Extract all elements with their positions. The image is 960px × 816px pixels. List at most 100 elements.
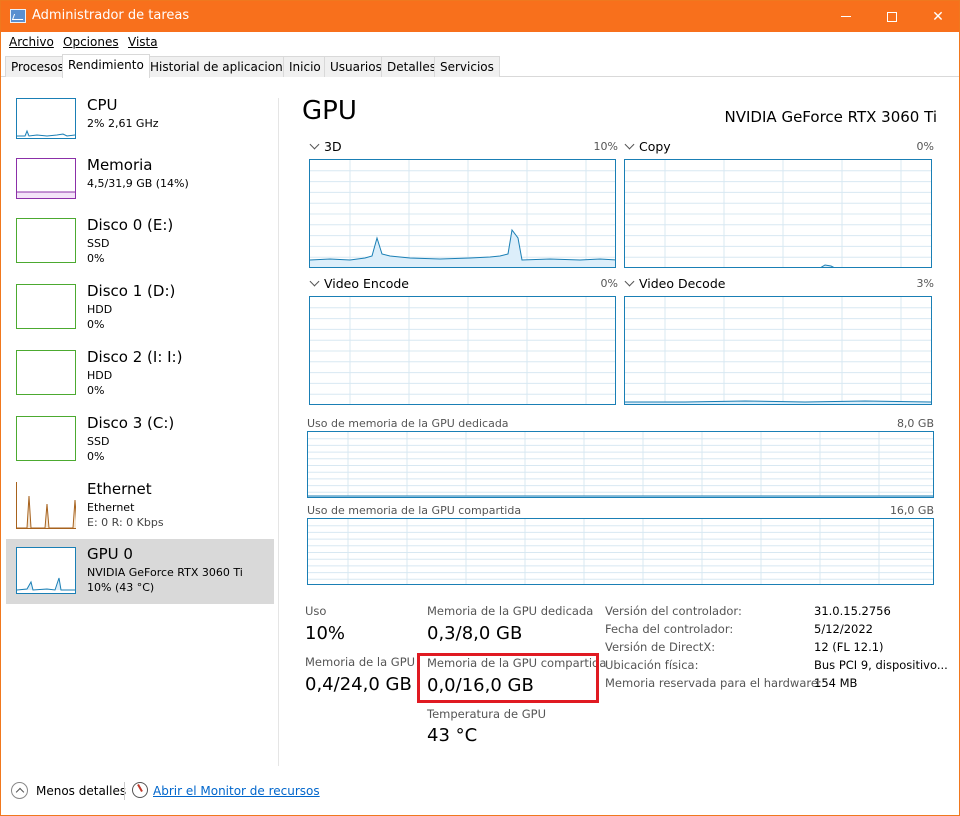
hardware-reserved-memory-label: Memoria reservada para el hardware: xyxy=(605,676,822,690)
hardware-reserved-memory-value: 154 MB xyxy=(814,676,858,690)
shared-memory-graph-label: Uso de memoria de la GPU compartida xyxy=(307,504,522,517)
disk-thumbnail-graph xyxy=(16,416,76,461)
graph-copy-percent: 0% xyxy=(916,140,934,153)
footer-divider xyxy=(124,782,125,800)
gpu-thumbnail-graph xyxy=(16,547,76,594)
sidebar-item-title: Disco 3 (C:) xyxy=(87,414,175,432)
sidebar-item-subtitle: NVIDIA GeForce RTX 3060 Ti xyxy=(87,566,243,579)
sidebar-item-ethernet[interactable]: Ethernet Ethernet E: 0 R: 0 Kbps xyxy=(6,478,274,542)
driver-version-value: 31.0.15.2756 xyxy=(814,604,891,618)
sidebar-item-usage: 0% xyxy=(87,384,105,397)
sidebar-item-title: Disco 2 (I: I:) xyxy=(87,348,183,366)
sidebar-item-title: Ethernet xyxy=(87,480,152,498)
sidebar-item-disco-3[interactable]: Disco 3 (C:) SSD 0% xyxy=(6,412,274,476)
sidebar-item-title: Disco 1 (D:) xyxy=(87,282,176,300)
sidebar-item-cpu[interactable]: CPU 2% 2,61 GHz xyxy=(6,94,274,158)
graph-video-encode-selector[interactable]: Video Encode xyxy=(309,276,409,291)
directx-version-value: 12 (FL 12.1) xyxy=(814,640,884,654)
sidebar-item-title: Memoria xyxy=(87,156,153,174)
sidebar-divider xyxy=(278,98,279,766)
sidebar-item-throughput: E: 0 R: 0 Kbps xyxy=(87,516,164,529)
chevron-up-icon[interactable] xyxy=(11,782,28,799)
gpu-memory-label: Memoria de la GPU xyxy=(305,655,416,669)
graph-video-encode-percent: 0% xyxy=(600,277,618,290)
chevron-down-icon xyxy=(309,139,320,150)
directx-version-label: Versión de DirectX: xyxy=(605,640,716,654)
graph-video-encode xyxy=(309,296,616,405)
menu-bar: Archivo Opciones Vista xyxy=(1,32,959,52)
graph-3d xyxy=(309,159,616,268)
sidebar-item-disco-2[interactable]: Disco 2 (I: I:) HDD 0% xyxy=(6,346,274,410)
menu-archivo[interactable]: Archivo xyxy=(9,35,54,49)
cpu-thumbnail-graph xyxy=(16,98,76,139)
resource-monitor-link[interactable]: Abrir el Monitor de recursos xyxy=(153,784,320,798)
sidebar-item-title: GPU 0 xyxy=(87,545,133,563)
close-icon: ✕ xyxy=(932,8,944,25)
sidebar-item-title: CPU xyxy=(87,96,118,114)
close-button[interactable]: ✕ xyxy=(915,1,959,32)
sidebar-item-type: HDD xyxy=(87,369,113,382)
tab-usuarios[interactable]: Usuarios xyxy=(324,56,388,77)
chevron-down-icon xyxy=(624,139,635,150)
maximize-button[interactable] xyxy=(869,1,915,32)
tab-rendimiento[interactable]: Rendimiento xyxy=(62,54,150,78)
resource-monitor-icon[interactable] xyxy=(132,782,148,798)
sidebar-item-disco-1[interactable]: Disco 1 (D:) HDD 0% xyxy=(6,280,274,344)
highlight-annotation xyxy=(417,653,599,703)
footer-bar: Menos detalles Abrir el Monitor de recur… xyxy=(1,769,959,815)
minimize-button[interactable] xyxy=(823,1,869,32)
gpu-model-name: NVIDIA GeForce RTX 3060 Ti xyxy=(724,108,937,126)
disk-thumbnail-graph xyxy=(16,218,76,263)
tab-detalles[interactable]: Detalles xyxy=(381,56,442,77)
chevron-down-icon xyxy=(309,276,320,287)
tab-historial[interactable]: Historial de aplicaciones xyxy=(144,56,303,77)
graph-3d-label: 3D xyxy=(324,139,342,154)
sidebar-item-usage: 10% (43 °C) xyxy=(87,581,155,594)
tab-inicio[interactable]: Inicio xyxy=(283,56,327,77)
graph-3d-selector[interactable]: 3D xyxy=(309,139,342,154)
tab-procesos[interactable]: Procesos xyxy=(5,56,70,77)
graph-video-decode-label: Video Decode xyxy=(639,276,726,291)
title-bar[interactable]: Administrador de tareas ✕ xyxy=(1,1,959,32)
chevron-down-icon xyxy=(624,276,635,287)
sidebar-item-usage: 0% xyxy=(87,252,105,265)
less-details-button[interactable]: Menos detalles xyxy=(36,784,126,798)
dedicated-memory-graph-canvas xyxy=(308,432,933,497)
shared-memory-graph-max: 16,0 GB xyxy=(889,504,934,517)
graph-copy-selector[interactable]: Copy xyxy=(624,139,671,154)
ethernet-thumbnail-graph xyxy=(16,482,76,529)
sidebar-item-gpu-0[interactable]: GPU 0 NVIDIA GeForce RTX 3060 Ti 10% (43… xyxy=(6,539,274,604)
graph-video-decode-selector[interactable]: Video Decode xyxy=(624,276,725,291)
sidebar-item-disco-0[interactable]: Disco 0 (E:) SSD 0% xyxy=(6,214,274,278)
sidebar-item-usage: 0% xyxy=(87,450,105,463)
dedicated-memory-value: 0,3/8,0 GB xyxy=(427,623,523,644)
usage-value: 10% xyxy=(305,623,346,644)
usage-label: Uso xyxy=(305,604,327,618)
graph-3d-canvas xyxy=(310,160,615,267)
sidebar-item-memoria[interactable]: Memoria 4,5/31,9 GB (14%) xyxy=(6,154,274,218)
sidebar-item-subtitle: 4,5/31,9 GB (14%) xyxy=(87,177,189,190)
gpu-temperature-value: 43 °C xyxy=(427,725,478,746)
memory-thumbnail-graph xyxy=(16,158,76,199)
graph-video-decode xyxy=(624,296,932,405)
performance-sidebar: CPU 2% 2,61 GHz Memoria 4,5/31,9 GB (14%… xyxy=(1,78,281,768)
tab-servicios[interactable]: Servicios xyxy=(434,56,500,77)
minimize-icon xyxy=(841,16,851,17)
sidebar-item-type: SSD xyxy=(87,435,110,448)
menu-opciones[interactable]: Opciones xyxy=(63,35,119,49)
graph-video-decode-canvas xyxy=(625,297,931,404)
tab-bar: Procesos Rendimiento Historial de aplica… xyxy=(1,52,959,78)
dedicated-memory-graph xyxy=(307,431,934,498)
graph-video-decode-percent: 3% xyxy=(916,277,934,290)
disk-thumbnail-graph xyxy=(16,284,76,329)
maximize-icon xyxy=(887,11,897,22)
dedicated-memory-graph-label: Uso de memoria de la GPU dedicada xyxy=(307,417,509,430)
menu-vista[interactable]: Vista xyxy=(128,35,158,49)
page-title: GPU xyxy=(302,96,357,126)
sidebar-item-subtitle: 2% 2,61 GHz xyxy=(87,117,159,130)
graph-3d-percent: 10% xyxy=(593,140,618,153)
dedicated-memory-graph-max: 8,0 GB xyxy=(896,417,934,430)
graph-copy-label: Copy xyxy=(639,139,671,154)
sidebar-item-usage: 0% xyxy=(87,318,105,331)
task-manager-window: Administrador de tareas ✕ Archivo Opcion… xyxy=(0,0,960,816)
